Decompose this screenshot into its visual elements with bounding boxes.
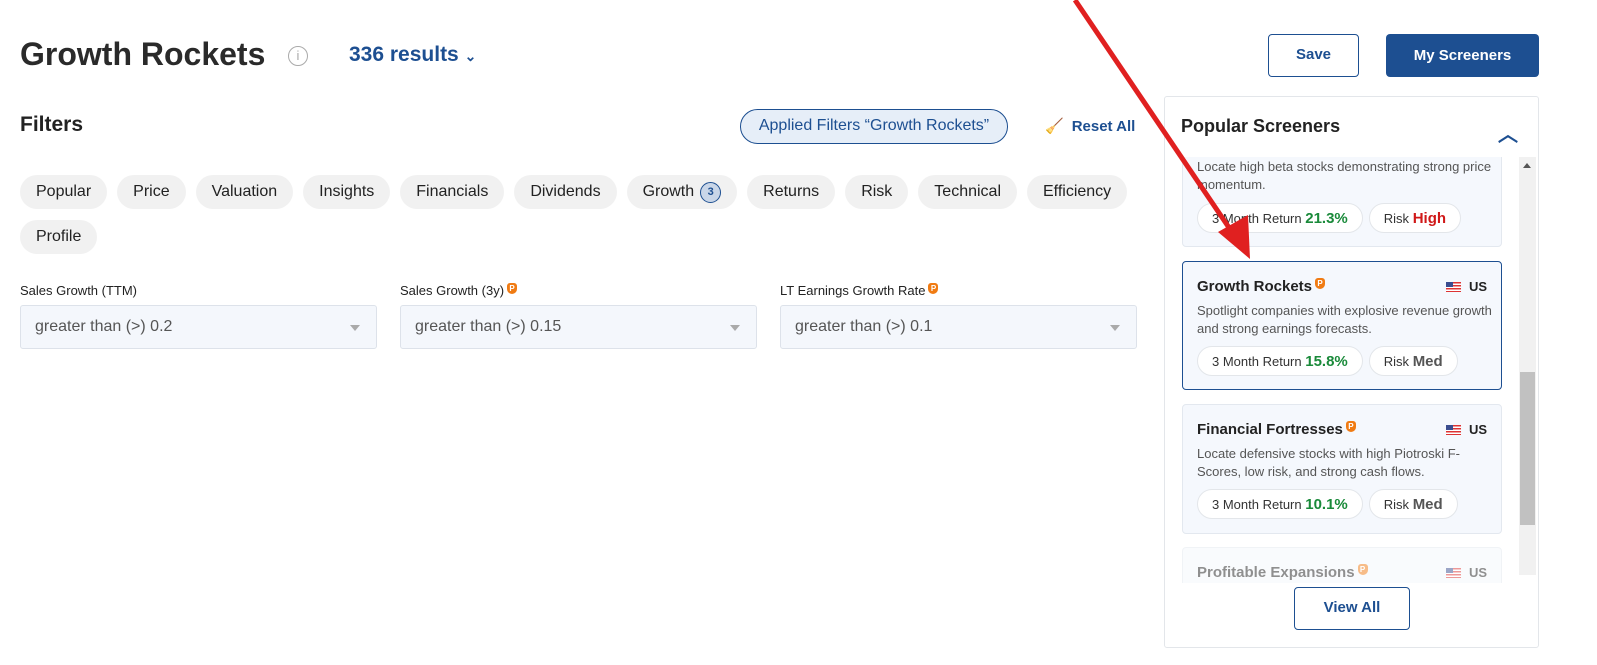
arrow-shaft (1072, 0, 1239, 240)
annotation-arrow (1072, 0, 1250, 259)
